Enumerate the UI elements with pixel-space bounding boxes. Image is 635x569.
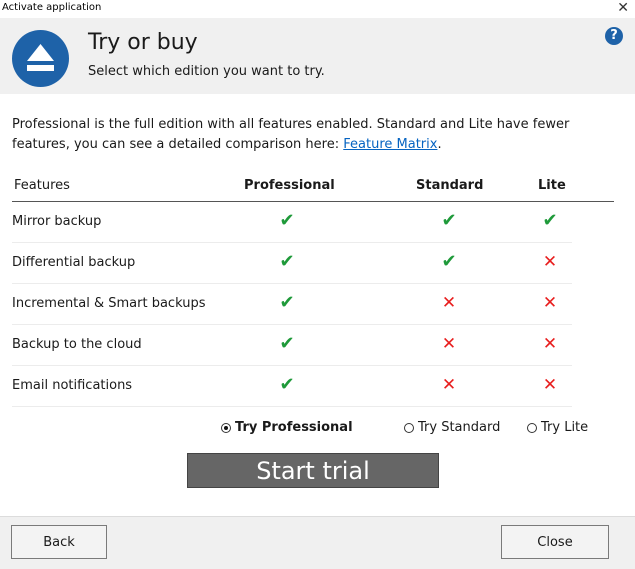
dialog-footer: Back Close	[0, 516, 635, 569]
try-professional-label: Try Professional	[235, 420, 353, 435]
check-icon-professional: ✔	[279, 374, 295, 395]
try-lite-radio[interactable]: Try Lite	[527, 420, 588, 435]
cross-icon-lite: ✕	[542, 293, 558, 313]
window-close-icon[interactable]: ✕	[617, 0, 629, 16]
help-icon[interactable]: ?	[605, 27, 623, 45]
feature-matrix-link[interactable]: Feature Matrix	[343, 137, 437, 152]
try-professional-radio[interactable]: Try Professional	[221, 420, 353, 435]
start-trial-button[interactable]: Start trial	[187, 453, 439, 488]
feature-name: Differential backup	[12, 255, 136, 270]
column-header-features: Features	[14, 178, 70, 193]
try-standard-label: Try Standard	[418, 420, 501, 435]
page-title: Try or buy	[88, 30, 198, 55]
check-icon-standard: ✔	[441, 251, 457, 272]
cross-icon-lite: ✕	[542, 334, 558, 354]
check-icon-professional: ✔	[279, 210, 295, 231]
page-subtitle: Select which edition you want to try.	[88, 64, 325, 79]
check-icon-standard: ✔	[441, 210, 457, 231]
header-banner: Try or buy Select which edition you want…	[0, 18, 635, 94]
radio-dot-standard	[404, 422, 414, 433]
check-icon-professional: ✔	[279, 251, 295, 272]
cross-icon-lite: ✕	[542, 375, 558, 395]
window-title: Activate application	[2, 2, 102, 13]
column-header-professional: Professional	[244, 178, 335, 193]
feature-name: Backup to the cloud	[12, 337, 142, 352]
table-row: Differential backup ✔ ✔ ✕	[12, 243, 572, 284]
cross-icon-standard: ✕	[441, 375, 457, 395]
intro-text: Professional is the full edition with al…	[12, 115, 612, 155]
table-row: Email notifications ✔ ✕ ✕	[12, 366, 572, 407]
feature-name: Email notifications	[12, 378, 133, 393]
feature-name: Mirror backup	[12, 214, 102, 229]
window-titlebar: Activate application ✕	[0, 0, 635, 18]
table-row: Mirror backup ✔ ✔ ✔	[12, 202, 572, 243]
feature-table-header: Features Professional Standard Lite	[0, 170, 635, 200]
cross-icon-lite: ✕	[542, 252, 558, 272]
radio-dot-lite	[527, 422, 537, 433]
table-row: Incremental & Smart backups ✔ ✕ ✕	[12, 284, 572, 325]
trial-edition-options: Try Professional Try Standard Try Lite	[0, 420, 635, 442]
feature-name: Incremental & Smart backups	[12, 296, 206, 311]
try-standard-radio[interactable]: Try Standard	[404, 420, 500, 435]
column-header-standard: Standard	[416, 178, 484, 193]
cross-icon-standard: ✕	[441, 293, 457, 313]
eject-logo-icon	[12, 30, 69, 87]
check-icon-professional: ✔	[279, 333, 295, 354]
check-icon-lite: ✔	[542, 210, 558, 231]
table-row: Backup to the cloud ✔ ✕ ✕	[12, 325, 572, 366]
close-button[interactable]: Close	[501, 525, 609, 559]
intro-suffix: .	[437, 137, 442, 152]
cross-icon-standard: ✕	[441, 334, 457, 354]
check-icon-professional: ✔	[279, 292, 295, 313]
try-lite-label: Try Lite	[541, 420, 589, 435]
radio-dot-professional	[221, 422, 231, 433]
back-button[interactable]: Back	[11, 525, 107, 559]
column-header-lite: Lite	[538, 178, 566, 193]
intro-body: Professional is the full edition with al…	[12, 117, 570, 152]
